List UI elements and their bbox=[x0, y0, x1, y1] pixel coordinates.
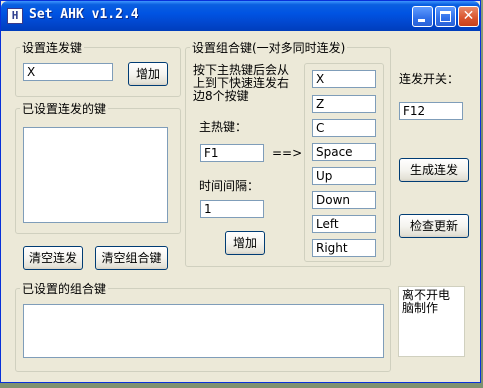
combo-group-title: 设置组合键(一对多同时连发) bbox=[192, 41, 346, 55]
set-keys-list[interactable] bbox=[23, 127, 168, 223]
minimize-icon bbox=[418, 19, 425, 22]
combo-hint: 按下主热键后会从上到下快速连发右边8个按键 bbox=[193, 63, 290, 103]
toggle-label: 连发开关： bbox=[399, 72, 460, 86]
maximize-icon bbox=[440, 11, 451, 22]
set-keys-group-title: 已设置连发的键 bbox=[22, 102, 107, 116]
main-hotkey-label: 主热键： bbox=[199, 120, 248, 134]
app-window: H Set AHK v1.2.4 ✕ 设置连发键 X 增加 已设置连发的键 设置… bbox=[0, 0, 481, 383]
arrow-label: ==> bbox=[272, 146, 303, 160]
combo-key-input[interactable]: C bbox=[312, 119, 376, 137]
hotkey-group-title: 设置连发键 bbox=[22, 41, 83, 55]
combo-key-input[interactable]: Right bbox=[312, 239, 376, 257]
combo-key-input[interactable]: X bbox=[312, 70, 376, 88]
combo-list-group-title: 已设置的组合键 bbox=[22, 282, 107, 296]
app-icon: H bbox=[7, 8, 23, 24]
generate-button[interactable]: 生成连发 bbox=[399, 158, 469, 182]
main-hotkey-input[interactable]: F1 bbox=[200, 144, 264, 162]
interval-label: 时间间隔： bbox=[199, 179, 260, 193]
combo-key-input[interactable]: Left bbox=[312, 215, 376, 233]
clear-repeat-button[interactable]: 清空连发 bbox=[23, 246, 83, 270]
close-button[interactable]: ✕ bbox=[458, 6, 479, 27]
window-title: Set AHK v1.2.4 bbox=[29, 7, 139, 22]
combo-list[interactable] bbox=[23, 304, 384, 358]
maximize-button[interactable] bbox=[435, 6, 456, 27]
toggle-hotkey-input[interactable]: F12 bbox=[399, 102, 463, 120]
combo-key-input[interactable]: Down bbox=[312, 191, 376, 209]
combo-key-input[interactable]: Z bbox=[312, 95, 376, 113]
hotkey-input[interactable]: X bbox=[23, 63, 113, 81]
clear-combo-button[interactable]: 清空组合键 bbox=[95, 246, 168, 270]
check-update-button[interactable]: 检查更新 bbox=[399, 214, 469, 238]
add-hotkey-button[interactable]: 增加 bbox=[128, 62, 168, 86]
title-bar[interactable]: H Set AHK v1.2.4 ✕ bbox=[1, 1, 480, 31]
credit-note: 离不开电脑制作 bbox=[398, 286, 465, 357]
interval-input[interactable]: 1 bbox=[200, 200, 264, 218]
close-icon: ✕ bbox=[462, 8, 475, 24]
minimize-button[interactable] bbox=[412, 6, 433, 27]
combo-key-input[interactable]: Up bbox=[312, 167, 376, 185]
combo-key-input[interactable]: Space bbox=[312, 143, 376, 161]
add-combo-button[interactable]: 增加 bbox=[225, 231, 265, 255]
